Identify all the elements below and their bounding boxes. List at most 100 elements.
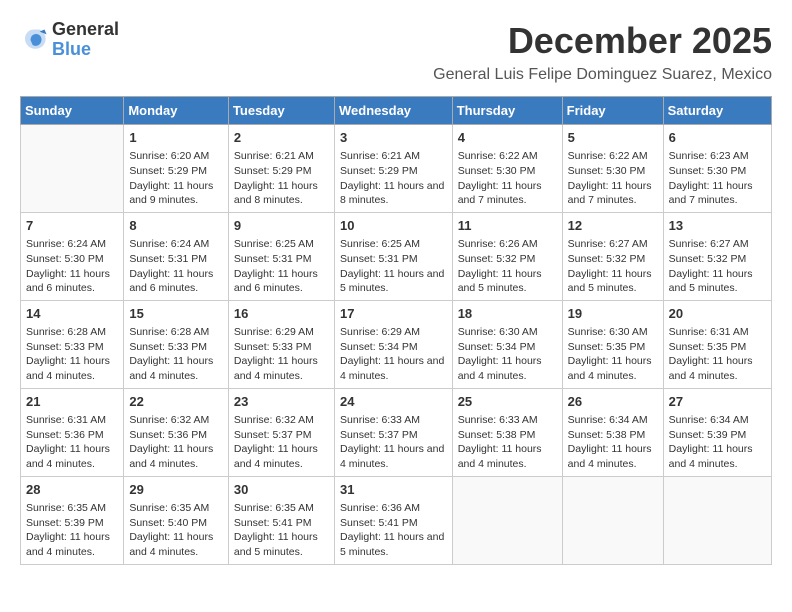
day-number: 29 [129, 481, 223, 499]
day-info: Sunrise: 6:36 AMSunset: 5:41 PMDaylight:… [340, 501, 447, 560]
day-info: Sunrise: 6:22 AMSunset: 5:30 PMDaylight:… [458, 149, 557, 208]
day-number: 4 [458, 129, 557, 147]
day-number: 17 [340, 305, 447, 323]
day-info: Sunrise: 6:30 AMSunset: 5:34 PMDaylight:… [458, 325, 557, 384]
day-info: Sunrise: 6:29 AMSunset: 5:34 PMDaylight:… [340, 325, 447, 384]
day-number: 24 [340, 393, 447, 411]
calendar-cell: 20 Sunrise: 6:31 AMSunset: 5:35 PMDayligh… [663, 300, 771, 388]
header-tuesday: Tuesday [228, 97, 334, 125]
day-info: Sunrise: 6:24 AMSunset: 5:30 PMDaylight:… [26, 237, 118, 296]
day-number: 31 [340, 481, 447, 499]
calendar-cell: 12Sunrise: 6:27 AMSunset: 5:32 PMDayligh… [562, 212, 663, 300]
day-info: Sunrise: 6:31 AMSunset: 5:35 PMDaylight:… [669, 325, 766, 384]
logo-blue: Blue [52, 39, 91, 59]
header-sunday: Sunday [21, 97, 124, 125]
header-wednesday: Wednesday [335, 97, 453, 125]
day-number: 10 [340, 217, 447, 235]
calendar-cell [663, 476, 771, 564]
calendar-cell: 14Sunrise: 6:28 AMSunset: 5:33 PMDayligh… [21, 300, 124, 388]
calendar-week-2: 7 Sunrise: 6:24 AMSunset: 5:30 PMDaylight… [21, 212, 772, 300]
day-info: Sunrise: 6:32 AMSunset: 5:36 PMDaylight:… [129, 413, 223, 472]
day-info: Sunrise: 6:24 AMSunset: 5:31 PMDaylight:… [129, 237, 223, 296]
day-number: 21 [26, 393, 118, 411]
calendar-cell: 31 Sunrise: 6:36 AMSunset: 5:41 PMDayligh… [335, 476, 453, 564]
calendar-cell: 3 Sunrise: 6:21 AMSunset: 5:29 PMDaylight… [335, 125, 453, 213]
location-title: General Luis Felipe Dominguez Suarez, Me… [20, 66, 772, 84]
calendar-cell: 22 Sunrise: 6:32 AMSunset: 5:36 PMDayligh… [124, 388, 229, 476]
day-info: Sunrise: 6:30 AMSunset: 5:35 PMDaylight:… [568, 325, 658, 384]
day-number: 25 [458, 393, 557, 411]
day-info: Sunrise: 6:35 AMSunset: 5:41 PMDaylight:… [234, 501, 329, 560]
day-number: 15 [129, 305, 223, 323]
calendar-cell: 10Sunrise: 6:25 AMSunset: 5:31 PMDayligh… [335, 212, 453, 300]
header-row: Sunday Monday Tuesday Wednesday Thursday… [21, 97, 772, 125]
day-number: 9 [234, 217, 329, 235]
day-number: 6 [669, 129, 766, 147]
calendar-week-1: 1 Sunrise: 6:20 AMSunset: 5:29 PMDaylight… [21, 125, 772, 213]
day-number: 27 [669, 393, 766, 411]
day-number: 7 [26, 217, 118, 235]
day-info: Sunrise: 6:34 AMSunset: 5:39 PMDaylight:… [669, 413, 766, 472]
calendar-cell: 8 Sunrise: 6:24 AMSunset: 5:31 PMDaylight… [124, 212, 229, 300]
day-number: 3 [340, 129, 447, 147]
day-number: 8 [129, 217, 223, 235]
day-number: 16 [234, 305, 329, 323]
day-info: Sunrise: 6:21 AMSunset: 5:29 PMDaylight:… [234, 149, 329, 208]
day-info: Sunrise: 6:35 AMSunset: 5:40 PMDaylight:… [129, 501, 223, 560]
header-saturday: Saturday [663, 97, 771, 125]
day-number: 26 [568, 393, 658, 411]
calendar-cell: 18 Sunrise: 6:30 AMSunset: 5:34 PMDayligh… [452, 300, 562, 388]
day-number: 18 [458, 305, 557, 323]
calendar-week-3: 14Sunrise: 6:28 AMSunset: 5:33 PMDayligh… [21, 300, 772, 388]
day-info: Sunrise: 6:33 AMSunset: 5:38 PMDaylight:… [458, 413, 557, 472]
calendar-cell [562, 476, 663, 564]
day-number: 20 [669, 305, 766, 323]
day-number: 5 [568, 129, 658, 147]
calendar-cell: 11Sunrise: 6:26 AMSunset: 5:32 PMDayligh… [452, 212, 562, 300]
day-number: 28 [26, 481, 118, 499]
calendar-cell: 4 Sunrise: 6:22 AMSunset: 5:30 PMDaylight… [452, 125, 562, 213]
header: General Blue December 2025 [20, 20, 772, 62]
day-info: Sunrise: 6:25 AMSunset: 5:31 PMDaylight:… [234, 237, 329, 296]
day-info: Sunrise: 6:29 AMSunset: 5:33 PMDaylight:… [234, 325, 329, 384]
day-number: 23 [234, 393, 329, 411]
day-number: 12 [568, 217, 658, 235]
calendar-cell: 16 Sunrise: 6:29 AMSunset: 5:33 PMDayligh… [228, 300, 334, 388]
logo: General Blue [20, 20, 119, 60]
day-info: Sunrise: 6:23 AMSunset: 5:30 PMDaylight:… [669, 149, 766, 208]
calendar-table: Sunday Monday Tuesday Wednesday Thursday… [20, 96, 772, 565]
calendar-week-4: 21Sunrise: 6:31 AMSunset: 5:36 PMDayligh… [21, 388, 772, 476]
logo-general: General [52, 19, 119, 39]
calendar-cell [452, 476, 562, 564]
day-info: Sunrise: 6:28 AMSunset: 5:33 PMDaylight:… [129, 325, 223, 384]
day-info: Sunrise: 6:35 AMSunset: 5:39 PMDaylight:… [26, 501, 118, 560]
title-block: December 2025 [508, 20, 772, 62]
calendar-cell: 26Sunrise: 6:34 AMSunset: 5:38 PMDayligh… [562, 388, 663, 476]
day-info: Sunrise: 6:21 AMSunset: 5:29 PMDaylight:… [340, 149, 447, 208]
day-info: Sunrise: 6:32 AMSunset: 5:37 PMDaylight:… [234, 413, 329, 472]
calendar-cell: 23 Sunrise: 6:32 AMSunset: 5:37 PMDayligh… [228, 388, 334, 476]
day-number: 30 [234, 481, 329, 499]
calendar-cell: 19 Sunrise: 6:30 AMSunset: 5:35 PMDayligh… [562, 300, 663, 388]
day-number: 19 [568, 305, 658, 323]
header-monday: Monday [124, 97, 229, 125]
logo-icon [20, 26, 48, 54]
day-info: Sunrise: 6:20 AMSunset: 5:29 PMDaylight:… [129, 149, 223, 208]
day-info: Sunrise: 6:33 AMSunset: 5:37 PMDaylight:… [340, 413, 447, 472]
calendar-cell: 21Sunrise: 6:31 AMSunset: 5:36 PMDayligh… [21, 388, 124, 476]
day-number: 1 [129, 129, 223, 147]
calendar-cell [21, 125, 124, 213]
calendar-header: Sunday Monday Tuesday Wednesday Thursday… [21, 97, 772, 125]
calendar-cell: 29 Sunrise: 6:35 AMSunset: 5:40 PMDayligh… [124, 476, 229, 564]
page-container: General Blue December 2025 General Luis … [20, 20, 772, 565]
calendar-cell: 25 Sunrise: 6:33 AMSunset: 5:38 PMDayligh… [452, 388, 562, 476]
day-info: Sunrise: 6:26 AMSunset: 5:32 PMDaylight:… [458, 237, 557, 296]
calendar-cell: 28 Sunrise: 6:35 AMSunset: 5:39 PMDayligh… [21, 476, 124, 564]
calendar-cell: 13Sunrise: 6:27 AMSunset: 5:32 PMDayligh… [663, 212, 771, 300]
header-thursday: Thursday [452, 97, 562, 125]
calendar-cell: 6 Sunrise: 6:23 AMSunset: 5:30 PMDaylight… [663, 125, 771, 213]
calendar-cell: 17 Sunrise: 6:29 AMSunset: 5:34 PMDayligh… [335, 300, 453, 388]
day-number: 22 [129, 393, 223, 411]
logo-text: General Blue [52, 20, 119, 60]
day-info: Sunrise: 6:22 AMSunset: 5:30 PMDaylight:… [568, 149, 658, 208]
